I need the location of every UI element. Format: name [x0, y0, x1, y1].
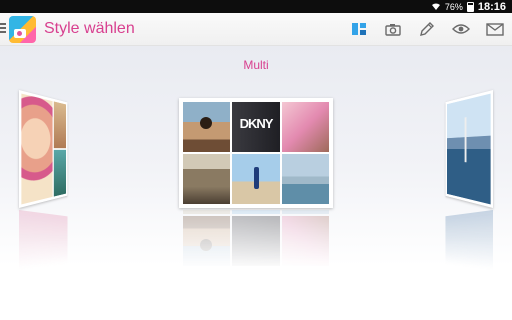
- card-reflection: [445, 210, 493, 270]
- photo-thumbnail: [447, 94, 491, 205]
- card-reflection: [19, 210, 68, 270]
- share-mail-button[interactable]: [484, 19, 506, 39]
- battery-icon: [467, 2, 474, 12]
- photo-thumbnail: [54, 150, 66, 197]
- action-bar: Style wählen: [0, 13, 512, 46]
- status-bar: 76% 18:16: [0, 0, 512, 13]
- drawer-icon[interactable]: [0, 23, 6, 35]
- page-title: Style wählen: [44, 20, 135, 38]
- photo-thumbnail: [232, 154, 279, 204]
- photo-thumbnail: [282, 154, 329, 204]
- pencil-icon: [419, 21, 435, 37]
- photo-thumbnail: [282, 102, 329, 152]
- style-card-previous[interactable]: [19, 90, 68, 208]
- style-carousel: Multi DKNY: [0, 46, 512, 320]
- photo-thumbnail: [54, 101, 66, 148]
- card-reflection: [179, 210, 333, 270]
- battery-percent: 76%: [445, 2, 463, 12]
- photo-thumbnail: [183, 154, 230, 204]
- photo-thumbnail: [183, 102, 230, 152]
- clock: 18:16: [478, 1, 506, 13]
- status-icons: 76% 18:16: [431, 0, 506, 13]
- layout-icon: [351, 22, 367, 36]
- camera-button[interactable]: [382, 19, 404, 39]
- photo-thumbnail: DKNY: [232, 102, 279, 152]
- preview-button[interactable]: [450, 19, 472, 39]
- eye-icon: [452, 23, 470, 35]
- wifi-icon: [431, 2, 441, 11]
- app-logo-icon[interactable]: [9, 16, 36, 43]
- mail-icon: [486, 23, 504, 36]
- camera-icon: [385, 23, 401, 36]
- layout-button[interactable]: [348, 19, 370, 39]
- edit-button[interactable]: [416, 19, 438, 39]
- style-card-next[interactable]: [445, 90, 493, 208]
- photo-thumbnail: [21, 94, 52, 205]
- style-card-multi[interactable]: DKNY: [179, 98, 333, 208]
- current-style-label: Multi: [0, 58, 512, 72]
- photo-sign-text: DKNY: [232, 116, 279, 131]
